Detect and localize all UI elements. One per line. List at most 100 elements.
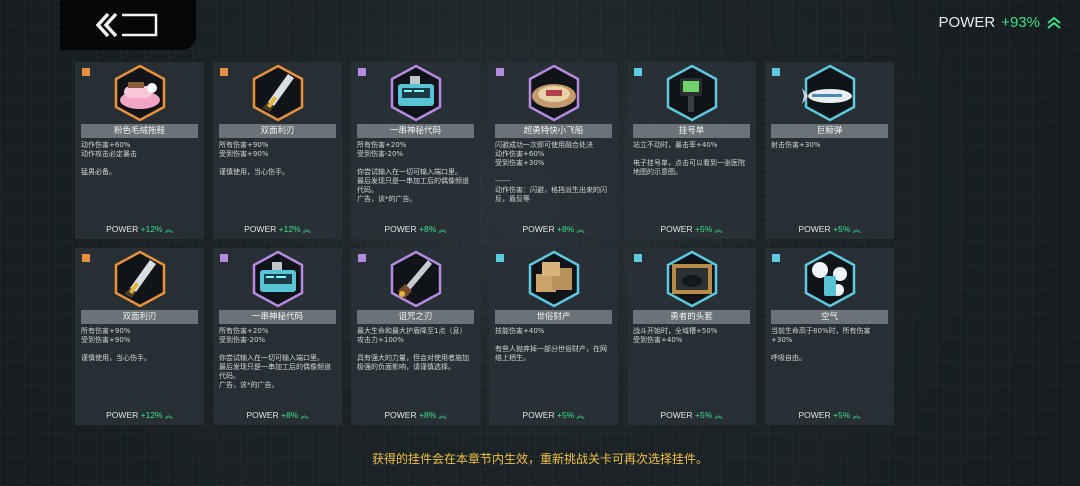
pendant-card[interactable]: 挂号单站立不动时，暴击率+40% 电子挂号单，点击可以看到一张医院地图的示意图。… bbox=[627, 62, 756, 239]
card-description: 最大生命和最大护盾降至1点（息） 攻击力+100% 具有强大的力量，但会对使用者… bbox=[357, 327, 469, 371]
double-chevron-up-icon: ︽ bbox=[162, 225, 173, 234]
double-chevron-up-icon: ︽ bbox=[436, 411, 447, 420]
card-power: POWER +12% ︽ bbox=[75, 410, 204, 421]
card-power: POWER +8% ︽ bbox=[351, 410, 480, 421]
double-chevron-up-icon: ︽ bbox=[162, 411, 173, 420]
spaceship-icon bbox=[495, 62, 612, 124]
power-value: +93% bbox=[1001, 14, 1040, 31]
double-chevron-up-icon: ︽ bbox=[298, 411, 309, 420]
pendant-card[interactable]: 双面利刃所有伤害+90% 受到伤害+90% 谨慎使用，当心伤手。 POWER +1… bbox=[213, 62, 342, 239]
card-power-value: +5% bbox=[833, 224, 851, 234]
footer-hint: 获得的挂件会在本章节内生效，重新挑战关卡可再次选择挂件。 bbox=[371, 452, 708, 466]
double-chevron-up-icon: ︽ bbox=[850, 225, 861, 234]
boxes-icon bbox=[495, 248, 612, 310]
card-power: POWER +8% ︽ bbox=[213, 410, 342, 421]
card-description: 所有伤害+20% 受到伤害-20% 你尝试输入在一切可输入端口里。 最后发现只是… bbox=[357, 141, 469, 203]
card-power-value: +5% bbox=[557, 410, 575, 420]
card-description: 动作伤害+60% 动作攻击必定暴击 猛男必备。 bbox=[81, 141, 137, 176]
rarity-marker bbox=[496, 254, 504, 262]
total-power: POWER +93% bbox=[939, 14, 1062, 31]
double-blade-icon bbox=[219, 62, 336, 124]
card-power-label: POWER bbox=[106, 224, 139, 234]
card-power-label: POWER bbox=[522, 224, 555, 234]
card-power-label: POWER bbox=[246, 410, 279, 420]
card-name: 空气 bbox=[771, 310, 888, 324]
card-name: 诅咒之刃 bbox=[357, 310, 474, 324]
pendant-card[interactable]: 勇者的头套战斗开始时，全域槽+50% 受到伤害+40% POWER +5% ︽ bbox=[627, 248, 756, 425]
card-name: 超勇特快小飞船 bbox=[495, 124, 612, 138]
card-power: POWER +5% ︽ bbox=[489, 410, 618, 421]
card-power: POWER +8% ︽ bbox=[351, 224, 480, 235]
card-power-value: +12% bbox=[140, 224, 163, 234]
card-power-label: POWER bbox=[522, 410, 555, 420]
card-description: 闪避成功一次即可使用融合处决 动作伤害+60% 受到伤害+30% ------ … bbox=[495, 141, 607, 203]
air-can-icon bbox=[771, 248, 888, 310]
pendant-card-grid: 粉色毛绒拖鞋动作伤害+60% 动作攻击必定暴击 猛男必备。 POWER +12% … bbox=[75, 62, 894, 425]
pendant-card[interactable]: 双面利刃 所有伤害+90% 受到伤害+90% 谨慎使用，当心伤手。 POWER +1… bbox=[75, 248, 204, 425]
rarity-marker bbox=[634, 254, 642, 262]
card-name: 双面利刃 bbox=[219, 124, 336, 138]
rarity-marker bbox=[82, 254, 90, 262]
rarity-marker bbox=[220, 68, 228, 76]
double-chevron-up-icon: ︽ bbox=[300, 225, 311, 234]
card-power: POWER +12% ︽ bbox=[75, 224, 204, 235]
back-arrow-icon bbox=[96, 12, 158, 38]
card-description: 站立不动时，暴击率+40% 电子挂号单，点击可以看到一张医院地图的示意图。 bbox=[633, 141, 745, 176]
double-chevron-up-icon: ︽ bbox=[436, 225, 447, 234]
rarity-marker bbox=[220, 254, 228, 262]
card-power-label: POWER bbox=[660, 410, 693, 420]
card-power-value: +8% bbox=[557, 224, 575, 234]
card-description: 战斗开始时，全域槽+50% 受到伤害+40% bbox=[633, 327, 718, 344]
pendant-card[interactable]: 空气 当前生命高于80%时，所有伤害+30% 呼吸自由。 POWER +5% ︽ bbox=[765, 248, 894, 425]
card-power-label: POWER bbox=[798, 224, 831, 234]
card-power-value: +5% bbox=[695, 224, 713, 234]
card-description: 所有伤害+90% 受到伤害+90% 谨慎使用，当心伤手。 bbox=[219, 141, 289, 176]
card-power: POWER +5% ︽ bbox=[627, 224, 756, 235]
pendant-card[interactable]: 巨鲸弹射击伤害+30% POWER +5% ︽ bbox=[765, 62, 894, 239]
card-power-label: POWER bbox=[244, 224, 277, 234]
pendant-card[interactable]: 诅咒之刃最大生命和最大护盾降至1点（息） 攻击力+100% 具有强大的力量，但会… bbox=[351, 248, 480, 425]
card-power: POWER +12% ︽ bbox=[213, 224, 342, 235]
pendant-card[interactable]: 一串神秘代码所有伤害+20% 受到伤害-20% 你尝试输入在一切可输入端口里。 … bbox=[213, 248, 342, 425]
card-power-value: +12% bbox=[140, 410, 163, 420]
double-chevron-up-icon: ︽ bbox=[850, 411, 861, 420]
code-device-icon bbox=[219, 248, 336, 310]
rarity-marker bbox=[358, 254, 366, 262]
card-description: 所有伤害+90% 受到伤害+90% 谨慎使用，当心伤手。 bbox=[81, 327, 151, 362]
pendant-card[interactable]: 世俗财产技能伤害+40% 有些人抛弃掉一部分世俗财产，在网络上栖生。 POWER … bbox=[489, 248, 618, 425]
card-power-value: +5% bbox=[695, 410, 713, 420]
double-blade-icon bbox=[81, 248, 198, 310]
card-power: POWER +8% ︽ bbox=[489, 224, 618, 235]
card-power-value: +12% bbox=[278, 224, 301, 234]
double-chevron-up-icon: ︽ bbox=[712, 411, 723, 420]
card-name: 一串神秘代码 bbox=[219, 310, 336, 324]
card-power: POWER +5% ︽ bbox=[627, 410, 756, 421]
card-description: 所有伤害+20% 受到伤害-20% 你尝试输入在一切可输入端口里。 最后发现只是… bbox=[219, 327, 331, 389]
rarity-marker bbox=[82, 68, 90, 76]
card-name: 挂号单 bbox=[633, 124, 750, 138]
rarity-marker bbox=[634, 68, 642, 76]
pendant-card[interactable]: 粉色毛绒拖鞋动作伤害+60% 动作攻击必定暴击 猛男必备。 POWER +12% … bbox=[75, 62, 204, 239]
card-power-value: +5% bbox=[833, 410, 851, 420]
whale-missile-icon bbox=[771, 62, 888, 124]
pendant-card[interactable]: 一串神秘代码 所有伤害+20% 受到伤害-20% 你尝试输入在一切可输入端口里。 … bbox=[351, 62, 480, 239]
card-name: 勇者的头套 bbox=[633, 310, 750, 324]
double-chevron-up-icon: ︽ bbox=[574, 225, 585, 234]
card-power-label: POWER bbox=[798, 410, 831, 420]
card-name: 粉色毛绒拖鞋 bbox=[81, 124, 198, 138]
double-chevron-up-icon: ︽ bbox=[574, 411, 585, 420]
rarity-marker bbox=[772, 254, 780, 262]
pendant-card[interactable]: 超勇特快小飞船闪避成功一次即可使用融合处决 动作伤害+60% 受到伤害+30% … bbox=[489, 62, 618, 239]
card-power-label: POWER bbox=[660, 224, 693, 234]
rarity-marker bbox=[496, 68, 504, 76]
card-power-value: +8% bbox=[419, 410, 437, 420]
card-power-label: POWER bbox=[384, 410, 417, 420]
card-description: 射击伤害+30% bbox=[771, 141, 821, 149]
code-device-icon bbox=[357, 62, 474, 124]
card-description: 技能伤害+40% 有些人抛弃掉一部分世俗财产，在网络上栖生。 bbox=[495, 327, 607, 362]
back-button[interactable] bbox=[60, 0, 196, 50]
card-power: POWER +5% ︽ bbox=[765, 410, 894, 421]
card-name: 世俗财产 bbox=[495, 310, 612, 324]
card-power: POWER +5% ︽ bbox=[765, 224, 894, 235]
card-name: 巨鲸弹 bbox=[771, 124, 888, 138]
